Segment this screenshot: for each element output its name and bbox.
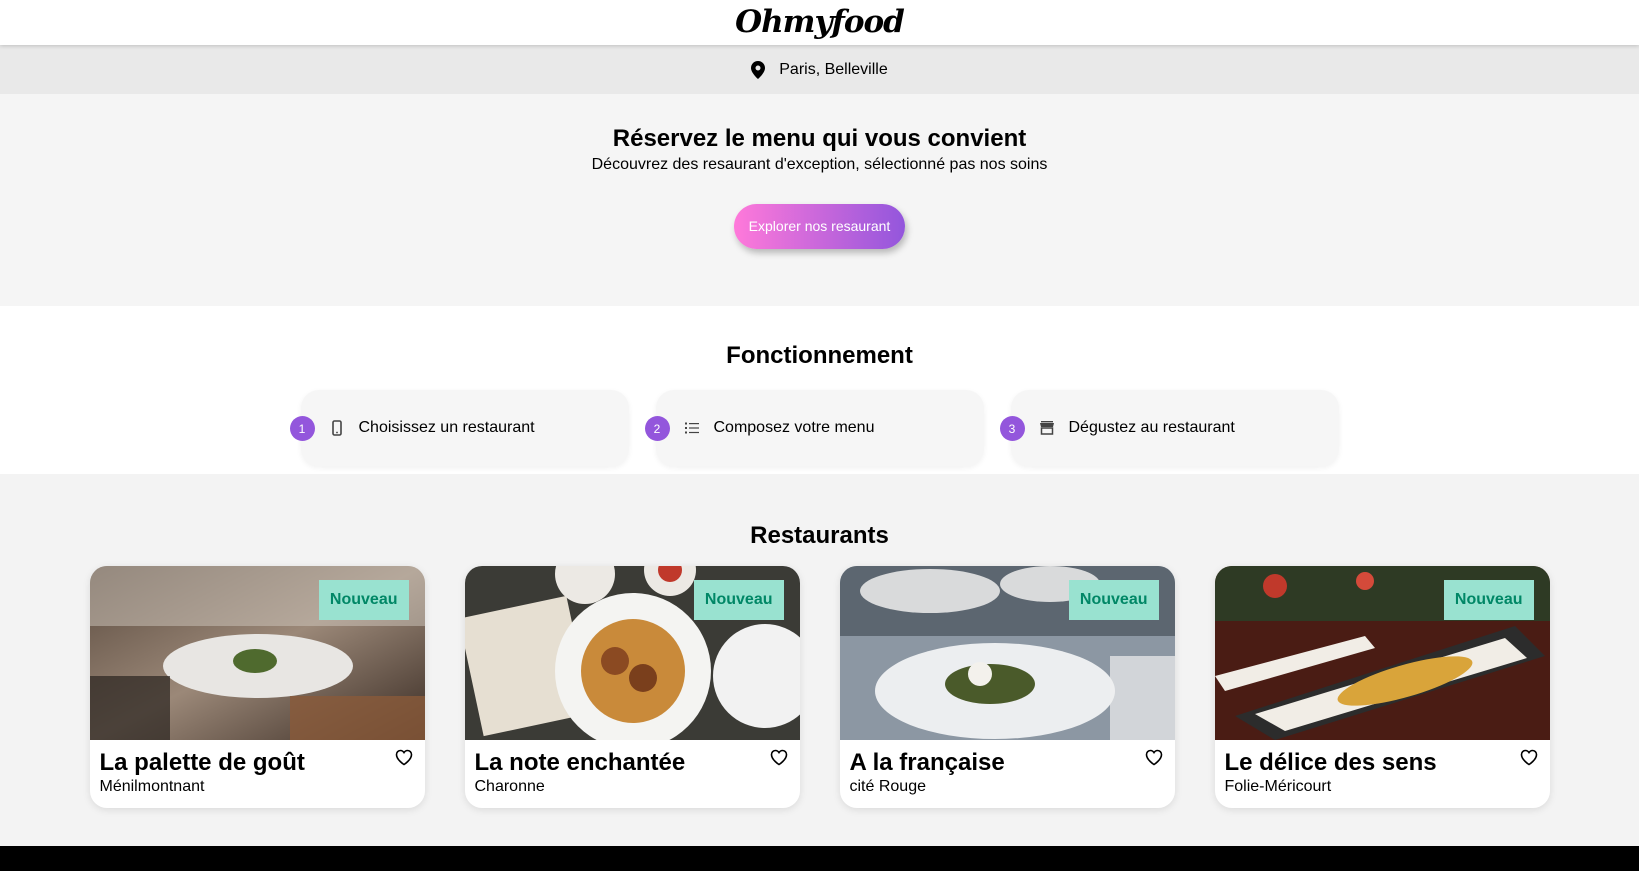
map-pin-icon [751,60,766,79]
step-label: Composez votre menu [713,419,875,436]
heart-icon[interactable] [770,749,788,766]
heart-icon[interactable] [1145,749,1163,766]
new-badge: Nouveau [1443,580,1534,620]
restaurant-image[interactable]: Nouveau [1214,566,1550,740]
hero-section: Réservez le menu qui vous convient Décou… [0,94,1639,306]
restaurant-card[interactable]: Nouveau La palette de goût Ménilmontnant [89,566,425,808]
restaurant-image[interactable]: Nouveau [464,566,800,740]
step-label: Choisissez un restaurant [358,419,535,436]
step-number: 1 [289,416,315,441]
restaurant-area: Charonne [474,778,545,795]
step-number: 3 [999,416,1025,441]
restaurant-image[interactable]: Nouveau [89,566,425,740]
new-badge: Nouveau [1068,580,1159,620]
restaurant-name[interactable]: La palette de goût [100,749,415,777]
how-it-works-section: Fonctionnement 1 Choisissez un restauran… [0,306,1639,474]
step-card: 3 Dégustez au restaurant [999,390,1339,466]
card-body: A la française cité Rouge [840,740,1175,797]
list-icon [684,422,699,434]
restaurants-title: Restaurants [750,522,889,549]
restaurant-card[interactable]: Nouveau La note enchantée Charonne [464,566,800,808]
heart-icon[interactable] [395,749,413,766]
steps-list: 1 Choisissez un restaurant 2 Composez vo… [0,390,1639,466]
restaurant-name[interactable]: La note enchantée [475,749,790,777]
restaurant-card[interactable]: Nouveau Le délice des sens Folie-Méricou… [1214,566,1550,808]
restaurant-image[interactable]: Nouveau [839,566,1175,740]
hero-title: Réservez le menu qui vous convient [612,125,1027,152]
how-title: Fonctionnement [726,342,913,369]
restaurant-name[interactable]: A la française [850,749,1165,777]
restaurant-area: Folie-Méricourt [1224,778,1332,795]
restaurant-area: Ménilmontnant [99,778,205,795]
location-text: Paris, Belleville [779,60,888,78]
step-card: 1 Choisissez un restaurant [289,390,629,466]
explore-restaurants-button[interactable]: Explorer nos resaurant [733,204,906,249]
mobile-icon [331,420,342,436]
store-icon [1039,421,1054,435]
site-header: Ohmyfood [0,0,1639,45]
new-badge: Nouveau [693,580,784,620]
hero-subtitle: Découvrez des resaurant d'exception, sél… [591,156,1048,173]
restaurant-card[interactable]: Nouveau A la française cité Rouge [839,566,1175,808]
step-label: Dégustez au restaurant [1068,419,1235,436]
new-badge: Nouveau [318,580,409,620]
location-bar: Paris, Belleville [0,45,1639,94]
site-footer [0,846,1639,871]
restaurants-section: Restaurants Nouveau La palette de goût M… [0,474,1639,846]
card-body: La note enchantée Charonne [465,740,800,797]
card-body: La palette de goût Ménilmontnant [90,740,425,797]
heart-icon[interactable] [1520,749,1538,766]
restaurant-name[interactable]: Le délice des sens [1225,749,1540,777]
restaurant-area: cité Rouge [849,778,927,795]
restaurant-cards: Nouveau La palette de goût Ménilmontnant [0,566,1639,808]
card-body: Le délice des sens Folie-Méricourt [1215,740,1550,797]
step-card: 2 Composez votre menu [644,390,984,466]
site-logo[interactable]: Ohmyfood [735,7,905,38]
step-number: 2 [644,416,670,441]
